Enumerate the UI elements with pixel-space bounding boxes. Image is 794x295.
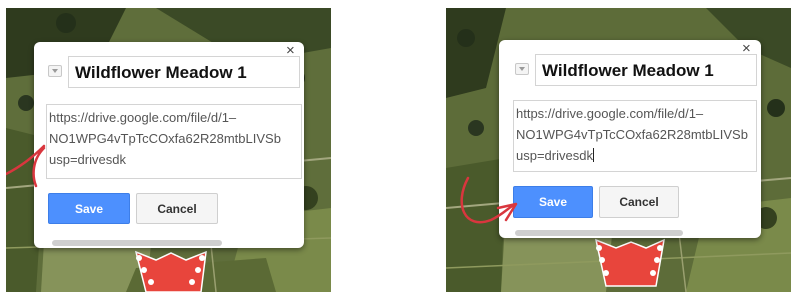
url-line-2: NO1WPG4vTpTcCOxfa62R28mtbLIVSb xyxy=(516,127,748,142)
screenshot-left: × Wildflower Meadow 1 https://drive.goog… xyxy=(6,8,331,292)
save-button[interactable]: Save xyxy=(48,193,130,224)
placemark-title-field[interactable]: Wildflower Meadow 1 xyxy=(535,54,757,86)
placemark-title-field[interactable]: Wildflower Meadow 1 xyxy=(68,56,300,88)
url-line-3: usp=drivesdk xyxy=(49,152,126,167)
cancel-button[interactable]: Cancel xyxy=(136,193,218,224)
horizontal-scrollbar[interactable] xyxy=(52,240,222,246)
description-textarea[interactable]: https://drive.google.com/file/d/1– NO1WP… xyxy=(513,100,757,172)
text-cursor xyxy=(592,148,594,162)
url-line-2: NO1WPG4vTpTcCOxfa62R28mtbLIVSb xyxy=(49,131,281,146)
screenshot-right: × Wildflower Meadow 1 https://drive.goog… xyxy=(446,8,791,292)
url-line-1: https://drive.google.com/file/d/1– xyxy=(516,106,704,121)
edit-placemark-dialog: × Wildflower Meadow 1 https://drive.goog… xyxy=(34,42,304,248)
description-textarea[interactable]: https://drive.google.com/file/d/1– NO1WP… xyxy=(46,104,302,179)
save-button[interactable]: Save xyxy=(513,186,593,218)
url-line-1: https://drive.google.com/file/d/1– xyxy=(49,110,237,125)
url-line-3-text: usp=drivesdk xyxy=(516,148,593,163)
collapse-arrow-icon[interactable] xyxy=(48,65,62,77)
edit-placemark-dialog: × Wildflower Meadow 1 https://drive.goog… xyxy=(499,40,761,238)
cancel-button[interactable]: Cancel xyxy=(599,186,679,218)
url-line-3: usp=drivesdk xyxy=(516,145,756,166)
horizontal-scrollbar[interactable] xyxy=(515,230,683,236)
collapse-arrow-icon[interactable] xyxy=(515,63,529,75)
